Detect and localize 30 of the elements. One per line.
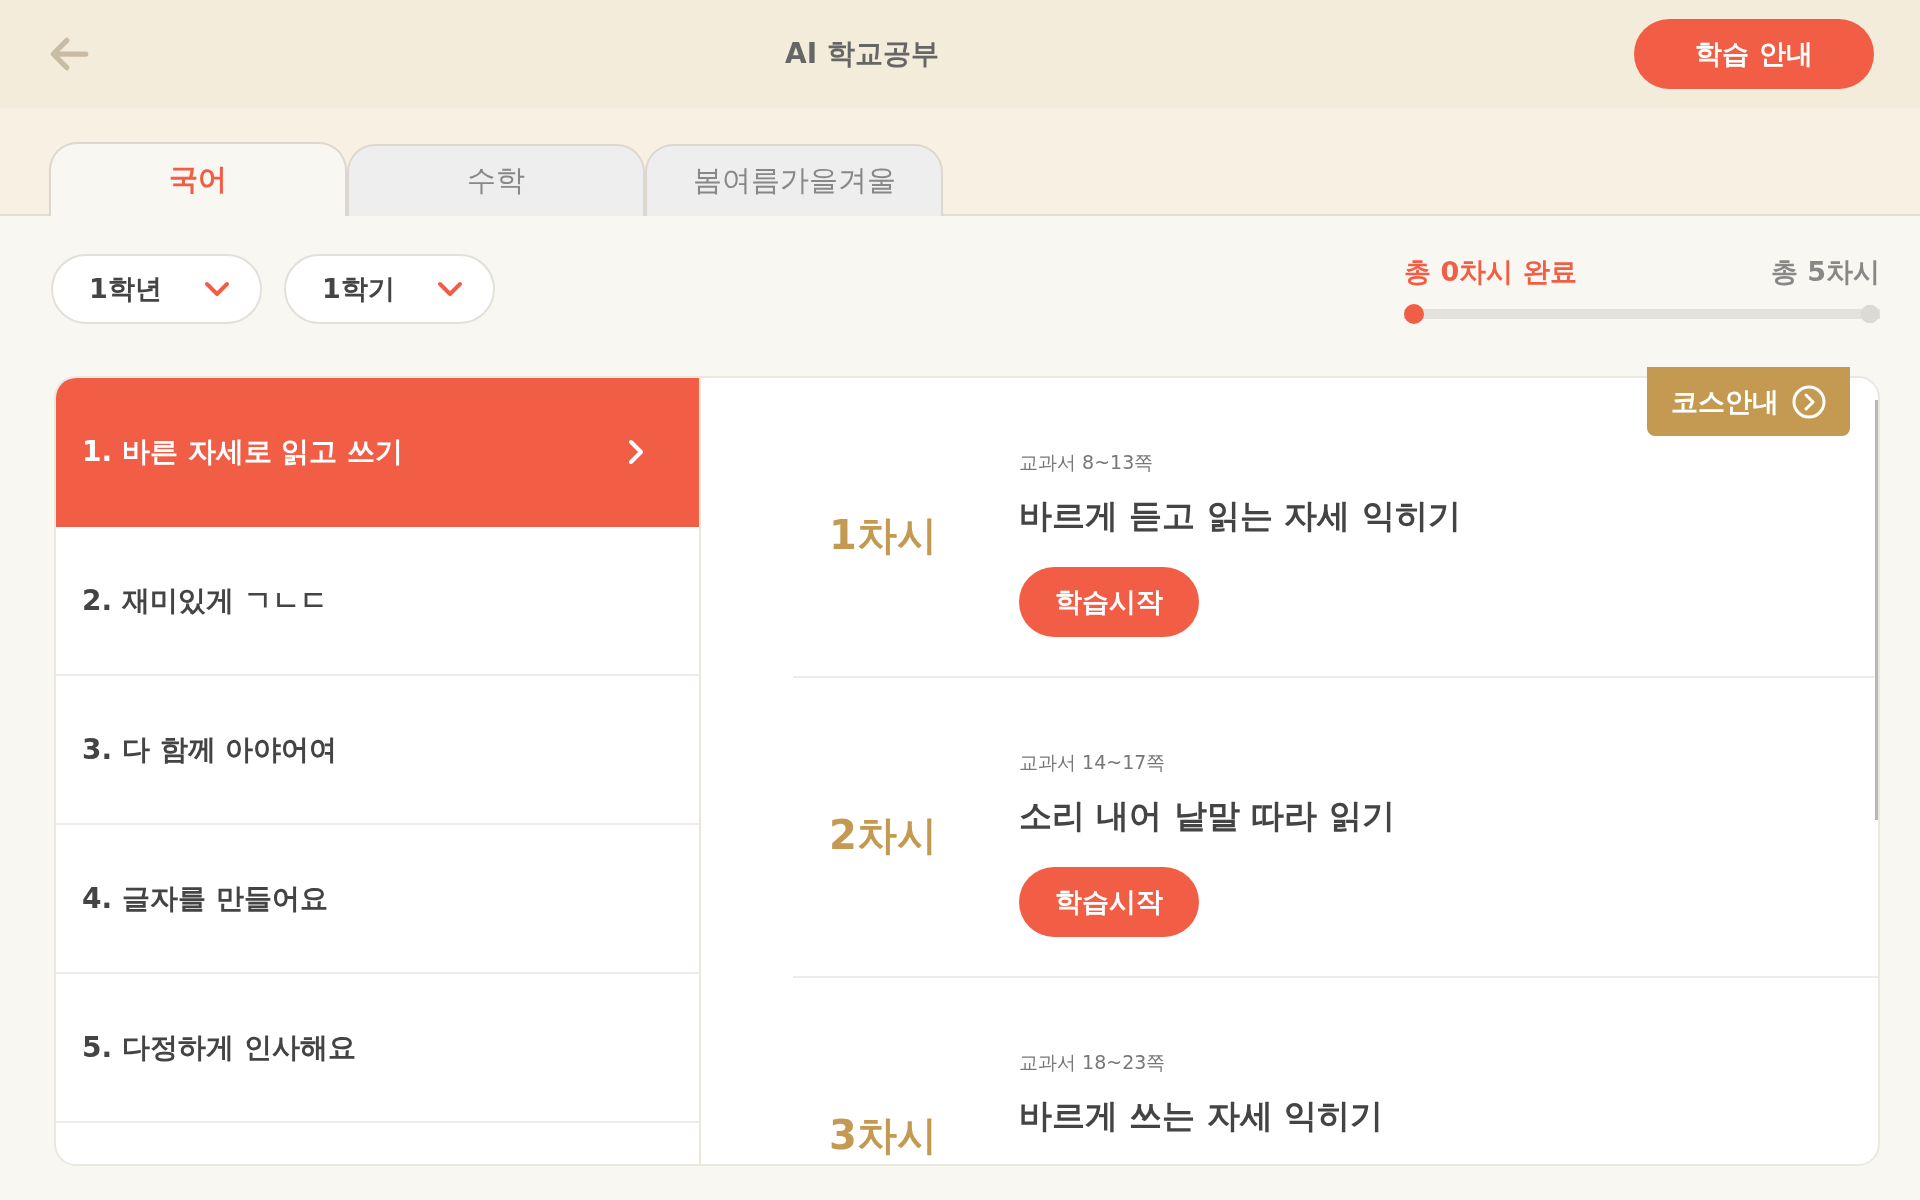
lesson-title: 바르게 쓰는 자세 익히기	[1019, 1095, 1384, 1137]
start-button[interactable]: 학습시작	[1019, 867, 1199, 937]
lesson-number: 3차시	[828, 1111, 938, 1160]
completed-count: 총 0차시 완료	[1404, 255, 1577, 289]
unit-item[interactable]: 2. 재미있게 ㄱㄴㄷ	[56, 527, 699, 676]
dropdown[interactable]: 1학기	[284, 254, 495, 324]
start-button[interactable]: 학습시작	[1019, 567, 1199, 637]
arrow-circle-icon	[1790, 383, 1827, 420]
total-count: 총 5차시	[1770, 255, 1880, 289]
lesson-title: 소리 내어 낱말 따라 읽기	[1019, 795, 1395, 837]
subject-tab[interactable]: 수학	[347, 144, 645, 216]
textbook-pages: 교과서 8~13쪽	[1019, 450, 1154, 475]
chevron-down-icon	[437, 280, 463, 298]
lesson-title: 바르게 듣고 읽는 자세 익히기	[1019, 495, 1461, 537]
page-title: AI 학교공부	[785, 36, 939, 72]
textbook-pages: 교과서 14~17쪽	[1019, 750, 1166, 775]
scrollbar[interactable]	[1875, 400, 1878, 820]
lesson-number: 1차시	[828, 511, 938, 560]
subject-tab[interactable]: 봄여름가을겨울	[645, 144, 943, 216]
unit-item[interactable]: 3. 다 함께 아야어여	[56, 676, 699, 825]
study-guide-button[interactable]: 학습 안내	[1634, 19, 1874, 89]
chevron-down-icon	[204, 280, 230, 298]
textbook-pages: 교과서 18~23쪽	[1019, 1050, 1166, 1075]
unit-item[interactable]: 5. 다정하게 인사해요	[56, 974, 699, 1123]
course-guide-button[interactable]: 코스안내	[1647, 367, 1850, 436]
subject-tab[interactable]: 국어	[49, 142, 347, 216]
dropdown[interactable]: 1학년	[51, 254, 262, 324]
unit-item[interactable]: 4. 글자를 만들어요	[56, 825, 699, 974]
unit-item[interactable]: 1. 바른 자세로 읽고 쓰기	[56, 378, 699, 527]
lesson-number: 2차시	[828, 811, 938, 860]
